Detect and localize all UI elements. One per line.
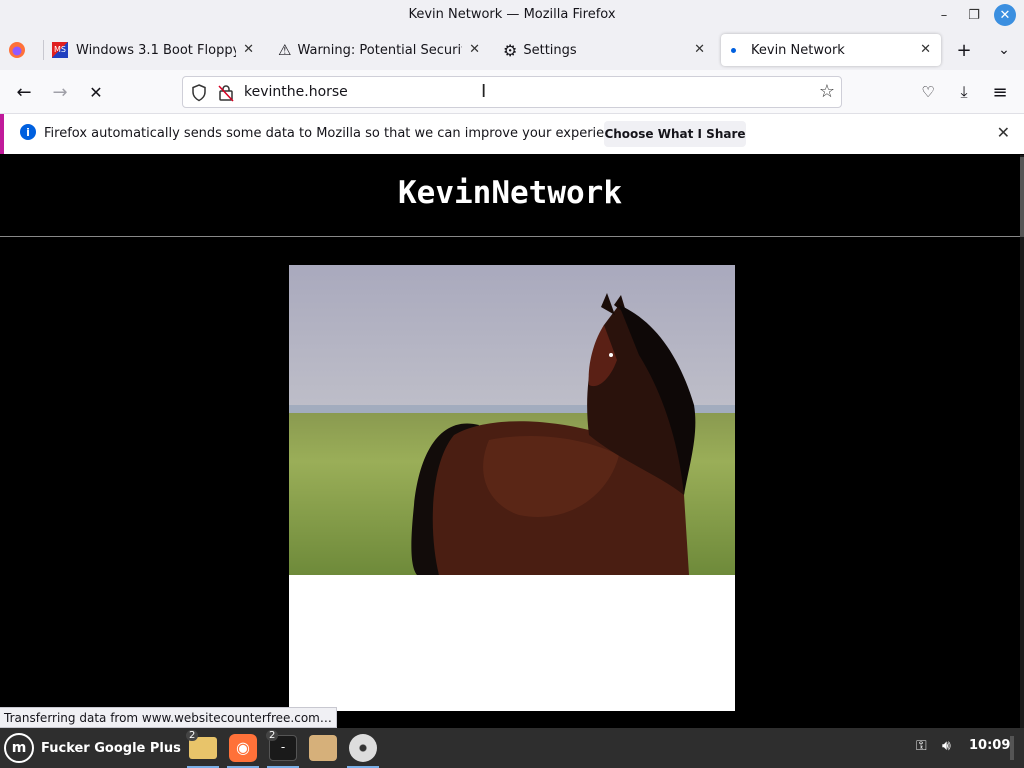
disc-launcher[interactable] [345, 731, 381, 768]
divider [0, 236, 1020, 237]
archive-launcher[interactable] [305, 731, 341, 765]
forward-button[interactable]: → [46, 78, 74, 106]
downloads-icon[interactable]: ⤓ [950, 78, 978, 106]
text-cursor-icon: I [481, 81, 487, 102]
archive-icon [309, 735, 337, 761]
window-titlebar: Kevin Network — Mozilla Firefox – ❐ ✕ [0, 0, 1024, 30]
firefox-launcher[interactable]: ◉ [225, 731, 261, 768]
taskbar: m Fucker Google Plus 2 ◉ - 2 ⚿ 🔊︎ 10:09 [0, 728, 1024, 768]
stop-loading-button[interactable]: ✕ [82, 78, 110, 106]
gear-icon: ⚙ [503, 40, 518, 60]
firefox-logo-icon [9, 42, 25, 58]
start-menu-button[interactable]: m Fucker Google Plus [4, 732, 181, 764]
volume-icon[interactable]: 🔊︎ [942, 738, 951, 754]
tab-settings[interactable]: ⚙ Settings ✕ [503, 34, 711, 66]
shield-icon[interactable] [191, 84, 207, 102]
tab-label: Kevin Network [751, 42, 845, 58]
mint-logo-icon: m [4, 733, 34, 763]
navigation-toolbar: ← → ✕ kevinthe.horse I ☆ ♡ ⤓ ≡ [0, 70, 1024, 114]
insecure-page-icon[interactable] [218, 84, 234, 102]
terminal-launcher[interactable]: - 2 [265, 730, 301, 768]
choose-what-i-share-button[interactable]: Choose What I Share [604, 121, 746, 147]
minimize-button[interactable]: – [933, 4, 955, 26]
firefox-view-button[interactable] [8, 34, 34, 66]
loading-dot-icon [731, 47, 736, 53]
maximize-button[interactable]: ❐ [963, 4, 985, 26]
clock[interactable]: 10:09 [969, 738, 1010, 753]
tab-label: Settings [523, 42, 577, 58]
web-content: KevinNetwork [0, 155, 1020, 728]
back-button[interactable]: ← [10, 78, 38, 106]
tab-security-warning[interactable]: ⚠ Warning: Potential Security ✕ [278, 34, 486, 66]
url-text[interactable]: kevinthe.horse [244, 84, 348, 100]
data-collection-notification: i Firefox automatically sends some data … [0, 114, 1024, 154]
network-icon[interactable]: ⚿ [916, 738, 927, 754]
tab-label: Warning: Potential Security [297, 42, 463, 58]
files-launcher[interactable]: 2 [185, 730, 221, 768]
close-tab-icon[interactable]: ✕ [920, 42, 931, 57]
tab-windows31[interactable]: MS Windows 3.1 Boot Floppy - ( ✕ [52, 34, 260, 66]
warning-icon: ⚠ [278, 41, 292, 59]
firefox-icon: ◉ [229, 734, 257, 762]
page-title: KevinNetwork [398, 175, 622, 211]
close-tab-icon[interactable]: ✕ [694, 42, 705, 57]
list-all-tabs-button[interactable]: ⌄ [990, 36, 1018, 64]
tab-bar: MS Windows 3.1 Boot Floppy - ( ✕ ⚠ Warni… [0, 30, 1024, 70]
close-notification-icon[interactable]: ✕ [997, 123, 1010, 142]
new-tab-button[interactable]: + [950, 36, 978, 64]
close-tab-icon[interactable]: ✕ [469, 42, 480, 57]
tab-label: Windows 3.1 Boot Floppy - ( [76, 42, 236, 58]
info-icon: i [20, 124, 36, 140]
horse-image [289, 265, 735, 711]
pocket-icon[interactable]: ♡ [914, 78, 942, 106]
show-desktop-button[interactable] [1010, 736, 1014, 760]
disc-icon [349, 734, 377, 762]
menu-label: Fucker Google Plus [41, 740, 181, 756]
status-panel: Transferring data from www.websitecounte… [0, 707, 337, 728]
url-bar[interactable]: kevinthe.horse I ☆ [182, 76, 842, 108]
favicon-windows31-icon: MS [52, 42, 68, 58]
hamburger-menu-icon[interactable]: ≡ [986, 78, 1014, 106]
horse-photo [289, 265, 735, 575]
close-window-button[interactable]: ✕ [994, 4, 1016, 26]
close-tab-icon[interactable]: ✕ [243, 42, 254, 57]
bookmark-star-icon[interactable]: ☆ [819, 81, 835, 102]
page-scrollbar[interactable] [1020, 155, 1024, 728]
notification-message: Firefox automatically sends some data to… [44, 126, 632, 141]
window-title: Kevin Network — Mozilla Firefox [408, 7, 616, 22]
tab-kevin-network[interactable]: Kevin Network ✕ [721, 34, 941, 66]
